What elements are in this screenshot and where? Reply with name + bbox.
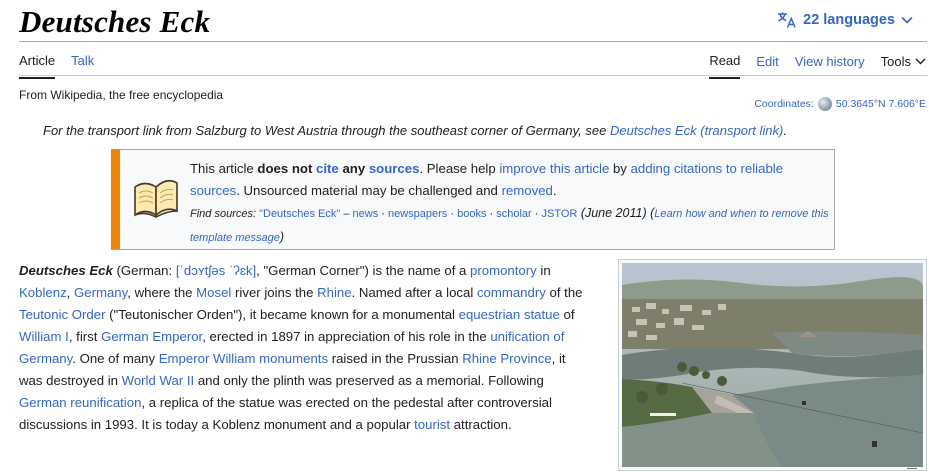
lead-text: . One of many	[72, 351, 159, 366]
lead-text: , erected in 1897 in appreciation of his…	[202, 329, 491, 344]
william-i-link[interactable]: William I	[19, 329, 69, 344]
notice-text: by	[609, 161, 631, 176]
lead-text: , first	[68, 329, 102, 344]
coordinates: Coordinates: 50.3645°N 7.606°E	[754, 97, 926, 111]
unsourced-notice: This article does not cite any sources. …	[111, 149, 835, 250]
chevron-down-icon	[901, 16, 913, 24]
lead-text: in	[536, 263, 551, 278]
chevron-down-icon	[915, 58, 926, 65]
promontory-link[interactable]: promontory	[470, 263, 537, 278]
page-title: Deutsches Eck	[19, 4, 211, 39]
coordinates-link[interactable]: 50.3645°N 7.606°E	[836, 98, 926, 110]
emperor-monuments-link[interactable]: Emperor William monuments	[159, 351, 328, 366]
lead-text: attraction.	[450, 417, 512, 432]
mosel-link[interactable]: Mosel	[196, 285, 231, 300]
lead-text: . Named after a local	[351, 285, 477, 300]
lead-text: river joins the	[231, 285, 318, 300]
site-tagline: From Wikipedia, the free encyclopedia	[19, 88, 224, 102]
tabs-divider	[19, 75, 927, 76]
equestrian-statue-link[interactable]: equestrian statue	[459, 307, 560, 322]
globe-icon[interactable]	[817, 97, 832, 111]
lead-text: of the	[545, 285, 583, 300]
title-divider	[19, 41, 927, 42]
enlarge-icon[interactable]	[907, 468, 917, 472]
notice-text: . Unsourced material may be challenged a…	[236, 183, 502, 198]
germany-link[interactable]: Germany	[74, 285, 127, 300]
languages-label: 22 languages	[803, 12, 895, 28]
notice-text: . Please help	[419, 161, 500, 176]
hatnote: For the transport link from Salzburg to …	[43, 123, 787, 138]
find-books-link[interactable]: books	[457, 208, 486, 220]
separator: –	[340, 208, 353, 220]
find-jstor-link[interactable]: JSTOR	[541, 208, 577, 220]
lead-text: raised in the Prussian	[328, 351, 463, 366]
notice-text: does not	[257, 161, 317, 176]
find-news-link[interactable]: news	[353, 208, 379, 220]
koblenz-link[interactable]: Koblenz	[19, 285, 67, 300]
notice-text: any	[342, 161, 369, 176]
ww2-link[interactable]: World War II	[122, 373, 195, 388]
lead-text: , where the	[127, 285, 197, 300]
lead-text: and only the plinth was preserved as a m…	[194, 373, 544, 388]
find-newspapers-link[interactable]: newspapers	[388, 208, 447, 220]
lead-text: of	[559, 307, 575, 322]
article-subject: Deutsches Eck	[19, 263, 113, 278]
rhine-province-link[interactable]: Rhine Province	[462, 351, 551, 366]
hatnote-end: .	[783, 123, 787, 138]
find-scholar-link[interactable]: scholar	[496, 208, 531, 220]
paren: )	[279, 230, 285, 244]
lead-text: ("Teutonischer Orden"), it became known …	[105, 307, 459, 322]
tourist-link[interactable]: tourist	[414, 417, 450, 432]
notice-text: .	[552, 183, 557, 198]
lead-text: ,	[66, 285, 74, 300]
infobox-image[interactable]	[618, 259, 927, 471]
find-sources: Find sources: "Deutsches Eck" – news · n…	[190, 206, 829, 244]
hatnote-link[interactable]: Deutsches Eck (transport link)	[610, 123, 783, 138]
ipa-link[interactable]: [ˈdɔʏtʃəs ˈʔɛk]	[176, 263, 256, 278]
hatnote-text: For the transport link from Salzburg to …	[43, 123, 610, 138]
find-sources-label: Find sources:	[190, 208, 260, 220]
tools-label: Tools	[880, 54, 911, 69]
commandry-link[interactable]: commandry	[477, 285, 546, 300]
notice-message: This article does not cite any sources. …	[190, 158, 830, 250]
german-emperor-link[interactable]: German Emperor	[101, 329, 202, 344]
improve-article-link[interactable]: improve this article	[499, 161, 609, 176]
lead-text: (German:	[112, 263, 176, 278]
lead-paragraph: Deutsches Eck (German: [ˈdɔʏtʃəs ˈʔɛk], …	[19, 260, 591, 436]
cite-link[interactable]: cite	[316, 161, 339, 176]
rhine-link[interactable]: Rhine	[317, 285, 351, 300]
notice-date: (June 2011)	[577, 206, 647, 220]
find-query-link[interactable]: "Deutsches Eck"	[259, 208, 340, 220]
aerial-photo	[622, 263, 923, 467]
sources-link[interactable]: sources	[369, 161, 420, 176]
coordinates-label: Coordinates:	[754, 98, 814, 110]
lead-text: , "German Corner") is the name of a	[256, 263, 471, 278]
teutonic-order-link[interactable]: Teutonic Order	[19, 307, 106, 322]
translate-icon	[778, 12, 796, 28]
book-icon	[134, 179, 178, 218]
notice-text: This article	[190, 161, 258, 176]
removed-link[interactable]: removed	[502, 183, 553, 198]
reunification-link[interactable]: German reunification	[19, 395, 141, 410]
languages-button[interactable]: 22 languages	[777, 12, 913, 28]
